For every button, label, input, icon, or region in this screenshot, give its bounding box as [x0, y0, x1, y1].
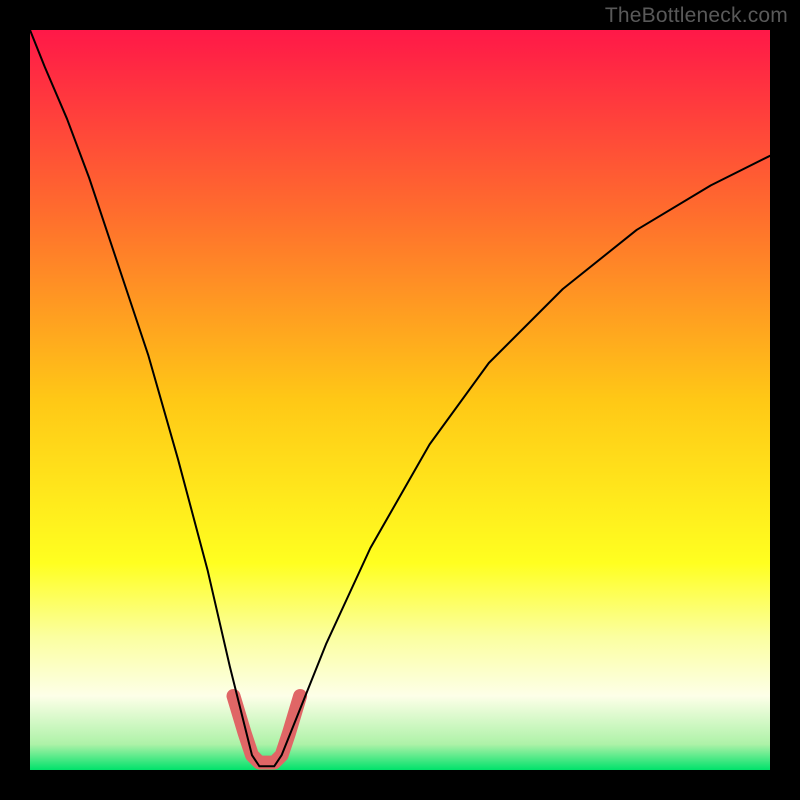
watermark-text: TheBottleneck.com — [605, 4, 788, 28]
chart-frame: TheBottleneck.com — [0, 0, 800, 800]
bottleneck-chart — [0, 0, 800, 800]
plot-background — [30, 30, 770, 770]
